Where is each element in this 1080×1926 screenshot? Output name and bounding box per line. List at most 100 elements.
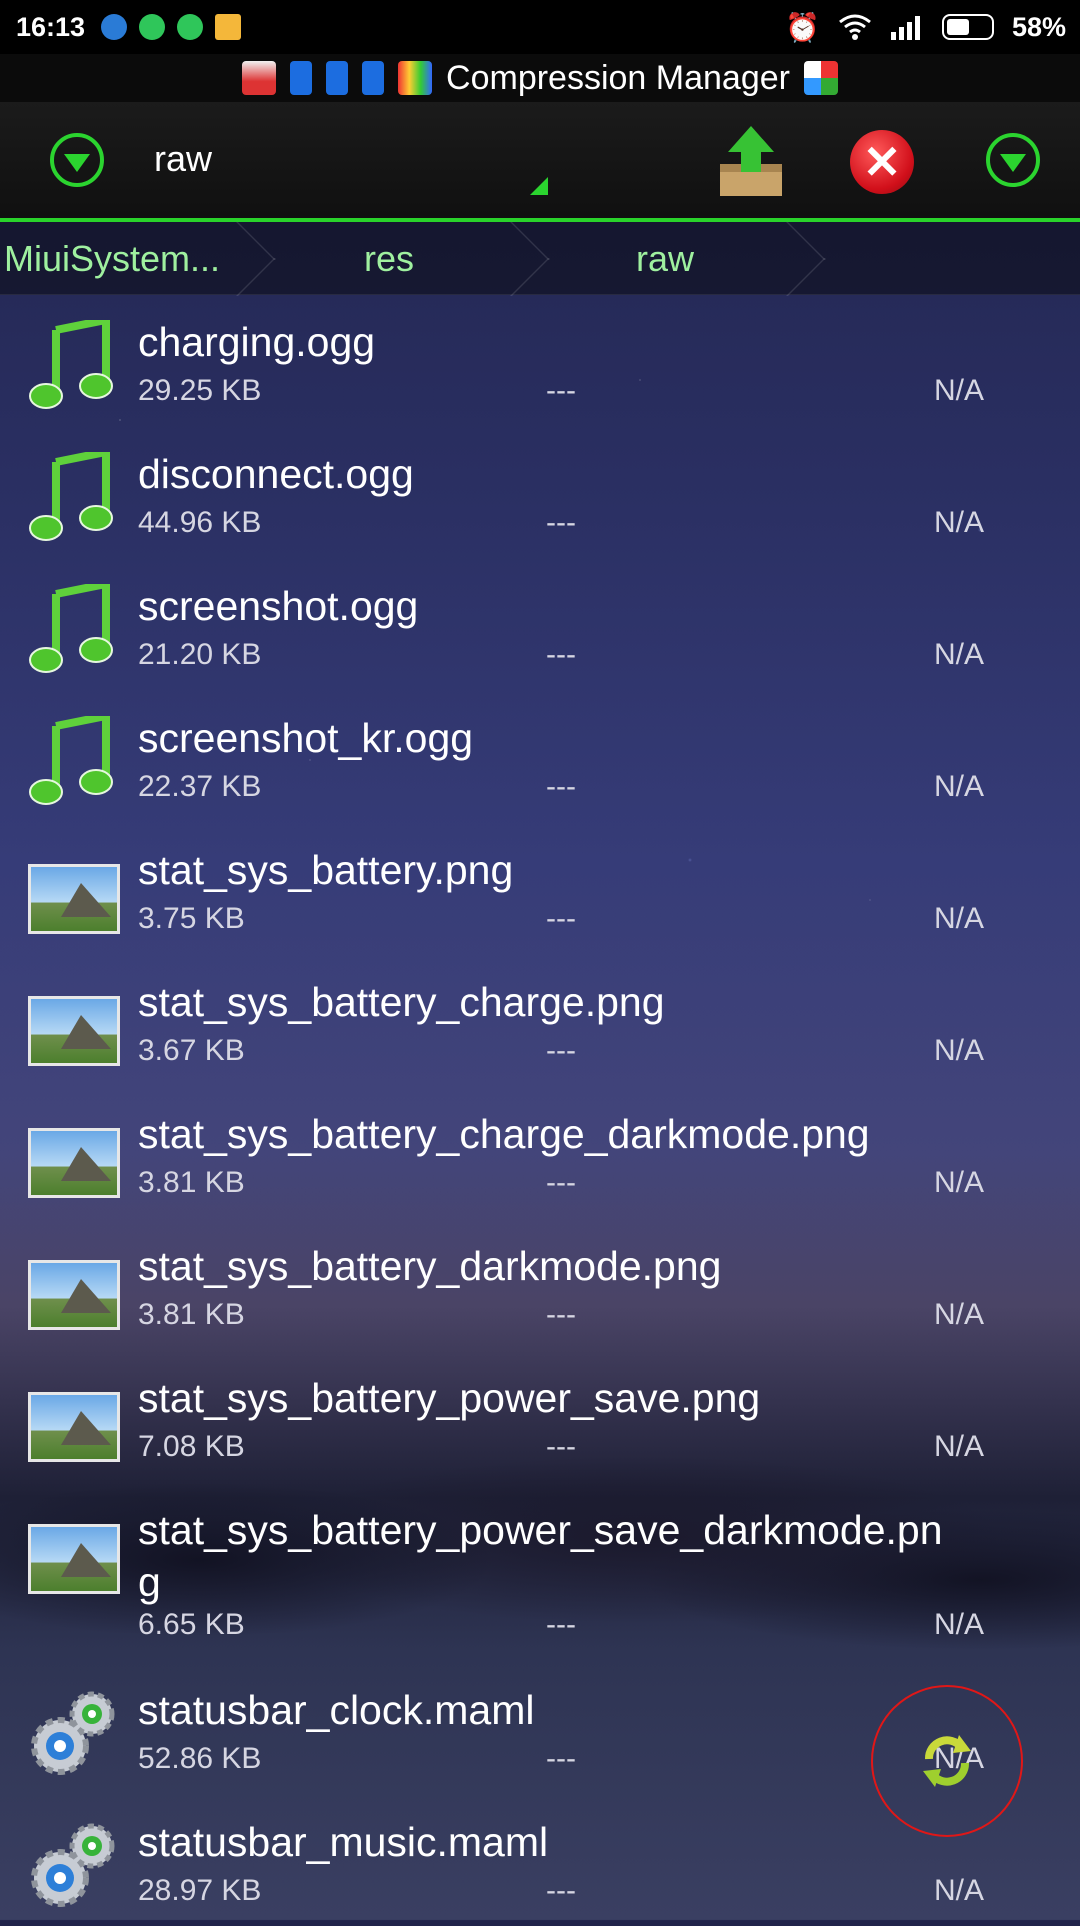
music-note-icon xyxy=(29,716,113,805)
left-dropdown-button[interactable] xyxy=(50,133,104,187)
file-size: 3.75 KB xyxy=(138,902,245,935)
image-file-icon xyxy=(28,864,120,934)
file-size: 29.25 KB xyxy=(138,374,262,407)
file-status: N/A xyxy=(934,902,985,935)
breadcrumb-separator xyxy=(236,222,266,294)
file-row[interactable]: stat_sys_battery_power_save.png 7.08 KB … xyxy=(0,1350,1080,1482)
file-name: stat_sys_battery_charge.png xyxy=(138,979,665,1025)
file-date: --- xyxy=(546,770,576,803)
file-name: stat_sys_battery_power_save_darkmode.pn … xyxy=(138,1504,998,1608)
file-row[interactable]: disconnect.ogg 44.96 KB --- N/A xyxy=(0,426,1080,558)
file-status: N/A xyxy=(934,1430,985,1463)
file-date: --- xyxy=(546,506,576,539)
status-bar: 16:13 ⏰ 58% xyxy=(0,0,1080,54)
home-icon[interactable] xyxy=(242,61,277,95)
file-name-line2: g xyxy=(138,1559,161,1605)
refresh-button[interactable] xyxy=(871,1685,1023,1837)
image-file-icon xyxy=(28,1524,120,1594)
file-name: screenshot.ogg xyxy=(138,583,419,629)
music-note-icon xyxy=(29,452,113,541)
file-row[interactable]: stat_sys_battery_power_save_darkmode.pn … xyxy=(0,1482,1080,1662)
message-icon xyxy=(215,14,242,40)
phone-icon[interactable] xyxy=(290,61,313,95)
file-date: --- xyxy=(546,1608,576,1641)
file-name-line1: stat_sys_battery_power_save_darkmode.pn xyxy=(138,1507,943,1553)
file-name: stat_sys_battery_charge_darkmode.png xyxy=(138,1111,870,1157)
title-bar: Compression Manager xyxy=(0,54,1080,102)
file-status: N/A xyxy=(934,770,985,803)
file-row[interactable]: stat_sys_battery_darkmode.png 3.81 KB --… xyxy=(0,1218,1080,1350)
file-size: 52.86 KB xyxy=(138,1742,262,1775)
file-status: N/A xyxy=(934,1874,985,1907)
file-row[interactable]: screenshot_kr.ogg 22.37 KB --- N/A xyxy=(0,690,1080,822)
battery-percent: 58% xyxy=(1011,11,1066,42)
music-note-icon xyxy=(29,320,113,409)
current-folder-label[interactable]: raw xyxy=(154,138,212,180)
file-name: stat_sys_battery_power_save.png xyxy=(138,1375,761,1421)
breadcrumb-item[interactable]: raw xyxy=(636,238,694,280)
file-status: N/A xyxy=(934,1608,985,1641)
file-row[interactable]: stat_sys_battery_charge.png 3.67 KB --- … xyxy=(0,954,1080,1086)
file-status: N/A xyxy=(934,374,985,407)
file-row[interactable]: charging.ogg 29.25 KB --- N/A xyxy=(0,294,1080,426)
gears-icon xyxy=(31,1691,115,1775)
file-date: --- xyxy=(546,638,576,671)
image-file-icon xyxy=(28,1128,120,1198)
image-file-icon xyxy=(28,1260,120,1330)
alarm-icon: ⏰ xyxy=(785,11,820,43)
file-name: statusbar_clock.maml xyxy=(138,1687,535,1733)
file-date: --- xyxy=(546,1742,576,1775)
file-status: N/A xyxy=(934,1034,985,1067)
file-size: 21.20 KB xyxy=(138,638,262,671)
file-name: stat_sys_battery_darkmode.png xyxy=(138,1243,722,1289)
file-status: N/A xyxy=(934,1166,985,1199)
file-date: --- xyxy=(546,1430,576,1463)
extract-upload-icon[interactable] xyxy=(716,124,786,198)
signal-icon xyxy=(890,16,920,40)
breadcrumb-separator xyxy=(786,222,816,294)
phone-icon[interactable] xyxy=(362,61,385,95)
file-status: N/A xyxy=(934,1298,985,1331)
whatsapp-icon xyxy=(177,14,204,40)
breadcrumb-separator xyxy=(510,222,540,294)
file-size: 3.81 KB xyxy=(138,1166,245,1199)
file-date: --- xyxy=(546,1298,576,1331)
battery-icon xyxy=(941,14,994,40)
refresh-icon xyxy=(923,1735,971,1787)
chevron-down-icon xyxy=(1000,153,1026,172)
breadcrumb-item[interactable]: MiuiSystem... xyxy=(4,238,220,280)
file-size: 6.65 KB xyxy=(138,1608,245,1641)
whatsapp-icon xyxy=(139,14,166,40)
right-dropdown-button[interactable] xyxy=(986,133,1040,187)
archive-icon[interactable] xyxy=(398,61,433,95)
file-size: 3.67 KB xyxy=(138,1034,245,1067)
image-file-icon xyxy=(28,1392,120,1462)
file-name: statusbar_music.maml xyxy=(138,1819,549,1865)
file-name: charging.ogg xyxy=(138,319,376,365)
grid-menu-icon[interactable] xyxy=(803,61,838,95)
chevron-down-icon xyxy=(64,153,90,172)
file-size: 44.96 KB xyxy=(138,506,262,539)
file-date: --- xyxy=(546,1034,576,1067)
close-archive-button[interactable]: ✕ xyxy=(850,130,914,194)
file-date: --- xyxy=(546,374,576,407)
image-file-icon xyxy=(28,996,120,1066)
file-name: screenshot_kr.ogg xyxy=(138,715,474,761)
file-size: 28.97 KB xyxy=(138,1874,262,1907)
file-name: disconnect.ogg xyxy=(138,451,414,497)
dropdown-corner-icon[interactable] xyxy=(530,177,548,195)
wifi-icon xyxy=(839,14,871,40)
gears-icon xyxy=(31,1823,115,1907)
breadcrumb-item[interactable]: res xyxy=(364,238,414,280)
file-date: --- xyxy=(546,902,576,935)
app-title: Compression Manager xyxy=(446,58,790,97)
breadcrumb: MiuiSystem... res raw xyxy=(0,222,1080,295)
file-list: charging.ogg 29.25 KB --- N/A disconnect… xyxy=(0,294,1080,1926)
file-name: stat_sys_battery.png xyxy=(138,847,514,893)
phone-icon[interactable] xyxy=(326,61,349,95)
status-time: 16:13 xyxy=(16,11,86,42)
file-row[interactable]: stat_sys_battery.png 3.75 KB --- N/A xyxy=(0,822,1080,954)
file-row[interactable]: screenshot.ogg 21.20 KB --- N/A xyxy=(0,558,1080,690)
music-note-icon xyxy=(29,584,113,673)
file-row[interactable]: stat_sys_battery_charge_darkmode.png 3.8… xyxy=(0,1086,1080,1218)
